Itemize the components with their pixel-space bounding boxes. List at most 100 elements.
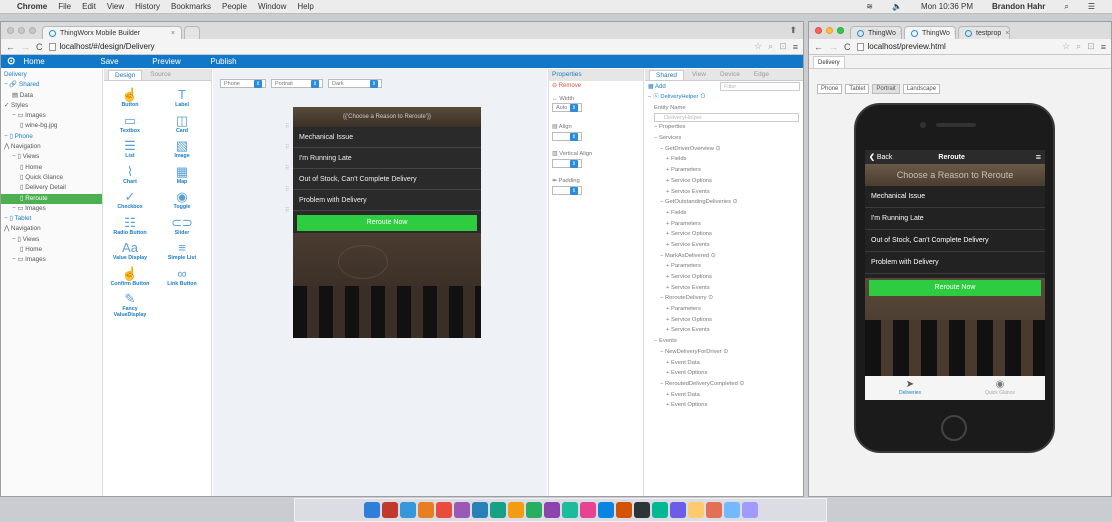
new-tab-button[interactable] — [184, 26, 200, 39]
nav-back-button[interactable]: ❮ Back — [869, 153, 892, 161]
menubar-item-edit[interactable]: Edit — [82, 2, 96, 11]
align-select[interactable]: ⇕ — [552, 132, 582, 141]
data-tree-line[interactable]: − Properties — [645, 122, 803, 133]
widget-toggle[interactable]: ◉ Toggle — [162, 189, 202, 210]
device-toggle-tablet[interactable]: Tablet — [845, 84, 870, 94]
data-tab-shared[interactable]: Shared — [649, 70, 684, 80]
remove-button[interactable]: ⊖ Remove — [549, 81, 643, 92]
tab-quick-glance[interactable]: ◉ Quick Glance — [955, 376, 1045, 400]
minimize-window-button[interactable] — [18, 27, 25, 34]
dock-app-icon[interactable] — [453, 502, 470, 518]
preview-browser-tab-3[interactable]: testprop × — [958, 26, 1010, 39]
data-tree-line[interactable]: − MarkAsDelivered ⊙ — [645, 251, 803, 262]
reroute-now-button[interactable]: Reroute Now — [869, 280, 1041, 296]
canvas-header[interactable]: {{'Choose a Reason to Reroute'}} — [293, 107, 481, 127]
data-tree-line[interactable]: + Fields — [645, 208, 803, 219]
entity-name-input[interactable]: DeliveryHelper — [654, 113, 799, 123]
dock-app-icon[interactable] — [579, 502, 596, 518]
data-tree-line[interactable]: + Parameters — [645, 165, 803, 176]
dock-app-icon[interactable] — [507, 502, 524, 518]
close-window-button[interactable] — [7, 27, 14, 34]
tree-item[interactable]: ⋀ Navigation — [1, 142, 102, 152]
widget-confirm-button[interactable]: ☝ Confirm Button — [110, 266, 150, 287]
data-tree-line[interactable]: − Services — [645, 133, 803, 144]
data-tree-line[interactable]: − RerouteDelivery ⊙ — [645, 293, 803, 304]
device-toggle-landscape[interactable]: Landscape — [902, 84, 941, 94]
tree-item[interactable]: ▯ Home — [1, 245, 102, 255]
data-tree-line[interactable]: + Event Data — [645, 390, 803, 401]
drag-handle-icon[interactable]: ⠿ — [285, 138, 289, 159]
widget-link-button[interactable]: ∞ Link Button — [162, 266, 202, 287]
data-tree-line[interactable]: + Event Options — [645, 368, 803, 379]
menubar-item-file[interactable]: File — [58, 2, 71, 11]
canvas-phone-preview[interactable]: {{'Choose a Reason to Reroute'}} Mechani… — [293, 107, 481, 338]
dock-app-icon[interactable] — [633, 502, 650, 518]
menubar-item-history[interactable]: History — [135, 2, 160, 11]
preview-browser-tab-2[interactable]: ThingWo× — [904, 26, 956, 39]
search-icon[interactable]: ⌕ — [1064, 2, 1068, 12]
valign-select[interactable]: ⇕ — [552, 159, 582, 168]
preview-browser-tab-1[interactable]: ThingWo× — [850, 26, 902, 39]
menubar-app-name[interactable]: Chrome — [17, 2, 47, 11]
data-tree-line[interactable]: Entity Name — [645, 103, 803, 114]
tab-deliveries[interactable]: ➤ Deliveries — [865, 376, 955, 400]
data-tree-line[interactable]: + Service Options — [645, 229, 803, 240]
tab-source[interactable]: Source — [144, 70, 177, 80]
widget-image[interactable]: ▧ Image — [162, 138, 202, 159]
close-tab-icon[interactable]: × — [1005, 30, 1009, 37]
menubar-item-window[interactable]: Window — [258, 2, 286, 11]
data-tree-line[interactable]: + Parameters — [645, 304, 803, 315]
dock-app-icon[interactable] — [471, 502, 488, 518]
dock-app-icon[interactable] — [705, 502, 722, 518]
device-toggle-portrait[interactable]: Portrait — [872, 84, 900, 94]
dock-app-icon[interactable] — [723, 502, 740, 518]
widget-card[interactable]: ◫ Card — [162, 113, 202, 134]
preview-bookmark-star-icon[interactable]: ☆ — [1062, 41, 1070, 52]
canvas-reroute-button[interactable]: Reroute Now — [297, 215, 477, 231]
dock-app-icon[interactable] — [489, 502, 506, 518]
widget-label[interactable]: T Label — [162, 87, 202, 108]
tree-item[interactable]: ▤ Data — [1, 91, 102, 101]
orientation-select[interactable]: Portrait ⇕ — [271, 79, 323, 88]
data-tree-line[interactable]: + Parameters — [645, 219, 803, 230]
preview-list-item[interactable]: Problem with Delivery — [865, 252, 1045, 274]
preview-chrome-menu-icon[interactable]: ≡ — [1101, 42, 1106, 52]
preview-url-field[interactable]: localhost/preview.html — [856, 41, 1057, 53]
minimize-preview-window-button[interactable] — [826, 27, 833, 34]
dock-app-icon[interactable] — [561, 502, 578, 518]
close-tab-icon[interactable]: × — [954, 30, 955, 37]
cast-icon[interactable]: ⊡ — [779, 41, 787, 52]
widget-radio-button[interactable]: ☷ Radio Button — [110, 215, 150, 236]
dock-app-icon[interactable] — [435, 502, 452, 518]
reload-icon[interactable]: C — [36, 42, 43, 52]
data-tree-line[interactable]: + Service Events — [645, 187, 803, 198]
preview-forward-arrow-icon[interactable]: → — [829, 42, 838, 52]
list-icon[interactable]: ☰ — [1088, 2, 1095, 11]
tree-item[interactable]: ✓ Styles — [1, 101, 102, 111]
tree-item[interactable]: ▯ wine-bg.jpg — [1, 121, 102, 131]
preview-back-arrow-icon[interactable]: ← — [814, 42, 823, 52]
widget-button[interactable]: ☝ Button — [110, 87, 150, 108]
volume-icon[interactable]: 🔈 — [892, 2, 902, 11]
menubar-item-help[interactable]: Help — [297, 2, 313, 11]
padding-select[interactable]: ⇕ — [552, 186, 582, 195]
tab-design[interactable]: Design — [108, 70, 143, 80]
dock-app-icon[interactable] — [651, 502, 668, 518]
dock-app-icon[interactable] — [363, 502, 380, 518]
data-tree-line[interactable]: − ⓢ DeliveryHelper ⊙ — [645, 92, 803, 103]
data-tree-line[interactable]: + Service Options — [645, 272, 803, 283]
iphone-home-button[interactable] — [941, 415, 967, 441]
menubar-item-bookmarks[interactable]: Bookmarks — [171, 2, 211, 11]
close-preview-window-button[interactable] — [815, 27, 822, 34]
data-tree-line[interactable]: + Event Options — [645, 400, 803, 411]
tree-item[interactable]: − ▯ Phone — [1, 132, 102, 142]
drag-handle-icon[interactable]: ⠿ — [285, 201, 289, 222]
preview-list-item[interactable]: Mechanical Issue — [865, 186, 1045, 208]
data-tab-edge[interactable]: Edge — [748, 70, 775, 80]
wifi-icon[interactable]: ≋ — [866, 2, 873, 11]
close-tab-icon[interactable]: × — [171, 30, 175, 37]
dock-app-icon[interactable] — [687, 502, 704, 518]
data-tree-line[interactable]: − GetOutstandingDeliveries ⊙ — [645, 197, 803, 208]
zoom-icon[interactable]: ⌕ — [768, 41, 773, 52]
preview-zoom-icon[interactable]: ⌕ — [1076, 41, 1081, 52]
